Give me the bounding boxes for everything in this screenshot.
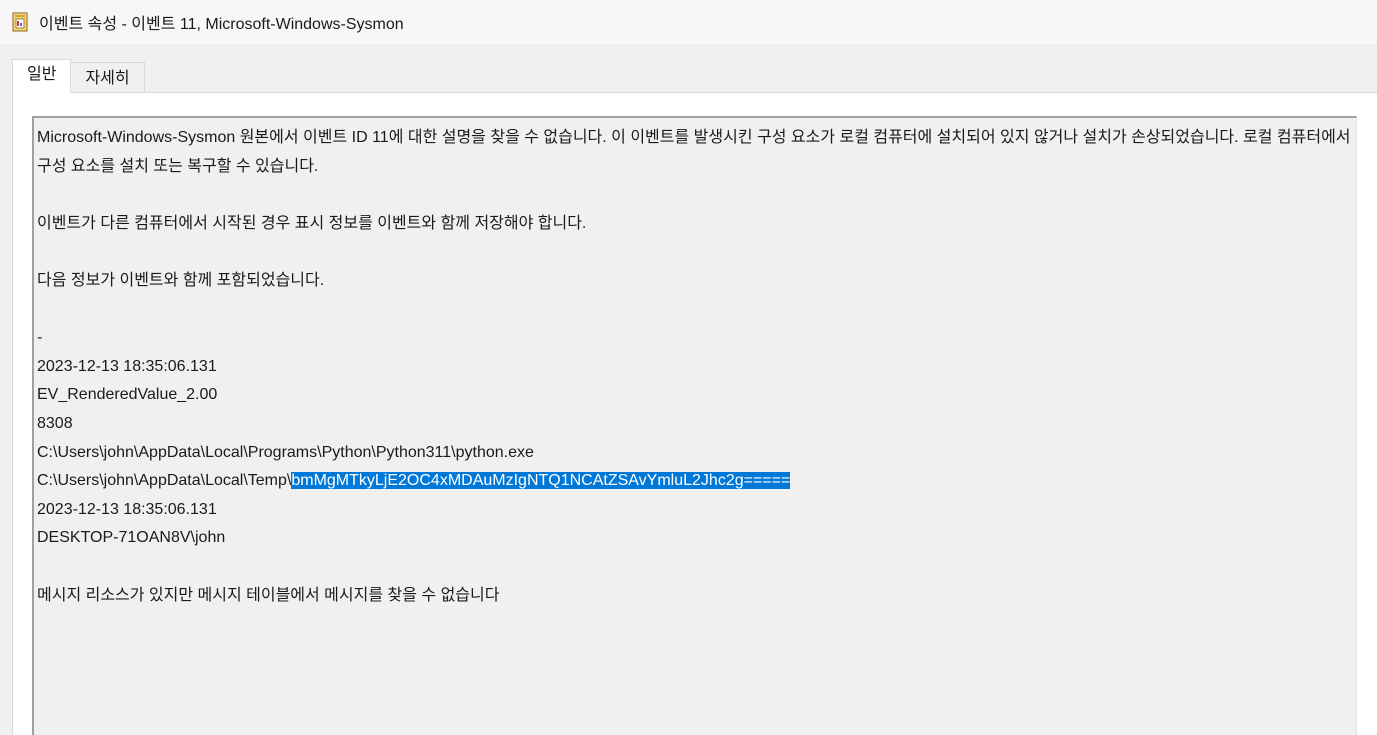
value-dash: - — [37, 329, 43, 347]
description-footer: 메시지 리소스가 있지만 메시지 테이블에서 메시지를 찾을 수 없습니다 — [37, 586, 500, 604]
value-user: DESKTOP-71OAN8V\john — [37, 529, 226, 547]
value-rendered: EV_RenderedValue_2.00 — [37, 386, 218, 404]
tab-details[interactable]: 자세히 — [70, 62, 145, 92]
event-description-box[interactable]: Microsoft-Windows-Sysmon 원본에서 이벤트 ID 11에… — [32, 116, 1357, 735]
value-creation-time: 2023-12-13 18:35:06.131 — [37, 500, 217, 518]
description-paragraph-2: 이벤트가 다른 컴퓨터에서 시작된 경우 표시 정보를 이벤트와 함께 저장해야… — [37, 214, 587, 232]
value-utc-time: 2023-12-13 18:35:06.131 — [37, 357, 217, 375]
tab-bar: 일반 자세히 — [12, 58, 145, 93]
title-bar: 이벤트 속성 - 이벤트 11, Microsoft-Windows-Sysmo… — [0, 0, 1377, 44]
general-tab-panel: Microsoft-Windows-Sysmon 원본에서 이벤트 ID 11에… — [12, 92, 1377, 735]
selected-text-highlight[interactable]: bmMgMTkyLjE2OC4xMDAuMzIgNTQ1NCAtZSAvYmlu… — [291, 472, 791, 490]
value-process-id: 8308 — [37, 414, 73, 432]
description-paragraph-3: 다음 정보가 이벤트와 함께 포함되었습니다. — [37, 271, 325, 289]
value-image-path: C:\Users\john\AppData\Local\Programs\Pyt… — [37, 443, 534, 461]
target-path-prefix: C:\Users\john\AppData\Local\Temp\ — [37, 472, 292, 490]
tab-general[interactable]: 일반 — [12, 59, 72, 93]
description-paragraph-1: Microsoft-Windows-Sysmon 원본에서 이벤트 ID 11에… — [37, 129, 1351, 175]
event-properties-window: 이벤트 속성 - 이벤트 11, Microsoft-Windows-Sysmo… — [0, 0, 1377, 735]
value-target-filename: C:\Users\john\AppData\Local\Temp\bmMgMTk… — [37, 467, 1353, 496]
event-properties-icon — [11, 12, 31, 32]
window-title: 이벤트 속성 - 이벤트 11, Microsoft-Windows-Sysmo… — [39, 16, 404, 33]
event-description-text: Microsoft-Windows-Sysmon 원본에서 이벤트 ID 11에… — [37, 124, 1353, 610]
